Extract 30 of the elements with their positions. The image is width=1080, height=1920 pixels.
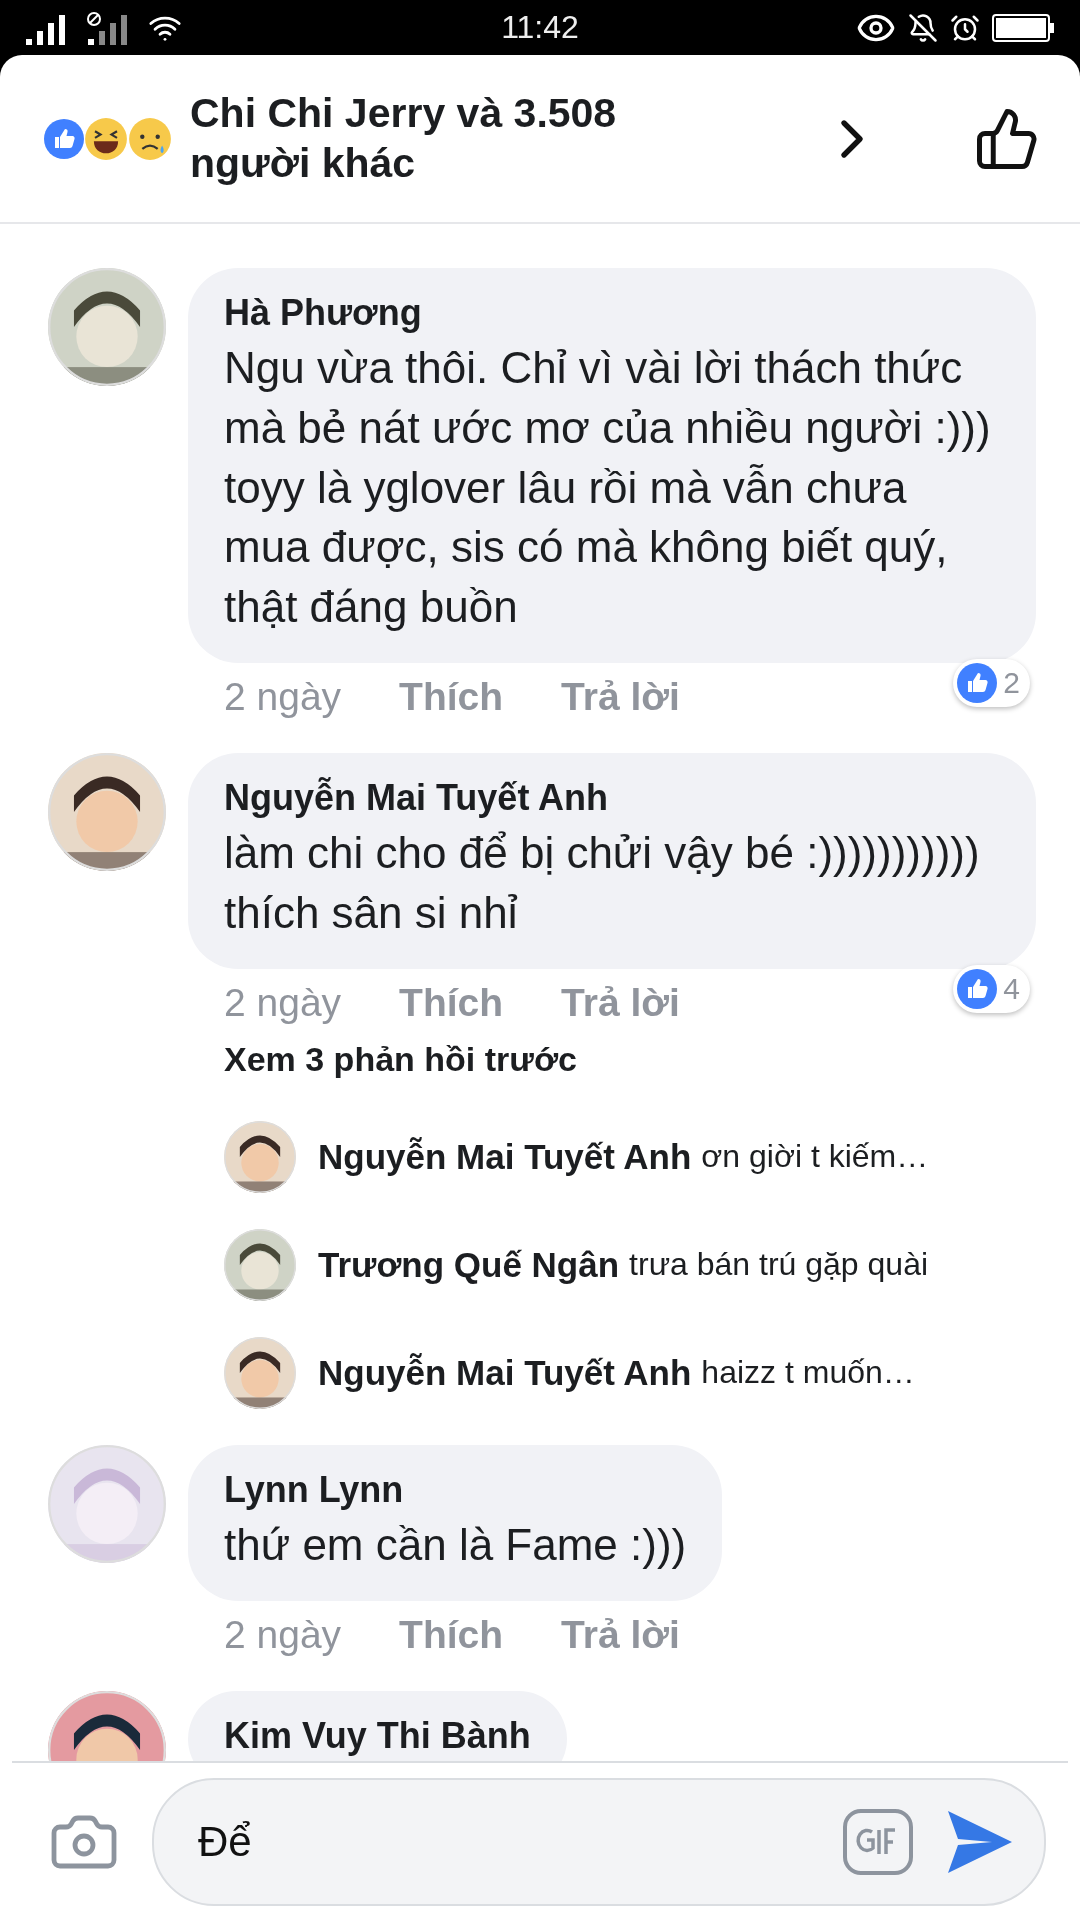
- comment-author[interactable]: Hà Phương: [224, 292, 1000, 334]
- comment-text: làm chi cho để bị chửi vậy bé :))))))))))) thích sân si nhỉ: [224, 827, 981, 939]
- comment-text: Ngu vừa thôi. Chỉ vì vài lời thách thức mà bẻ nát ước mơ của nhiều người :))) toyy là yglover lâu rồi mà vẫn chưa mua được, sis có mà không biết quý, thật đáng buồn: [224, 342, 992, 634]
- reply-text: trưa bán trú gặp quài: [629, 1246, 929, 1284]
- reactions-summary[interactable]: Chi Chi Jerry và 3.508 người khác: [190, 89, 710, 188]
- reply-author[interactable]: Trương Quế Ngân: [318, 1244, 620, 1285]
- comment-author[interactable]: Nguyễn Mai Tuyết Anh: [224, 777, 1000, 820]
- comment-author[interactable]: Kim Vuy Thi Bành: [224, 1714, 531, 1757]
- sad-emoji-icon: [128, 116, 172, 161]
- like-reaction-icon: [957, 663, 998, 704]
- comment-time: 2 ngày: [224, 980, 342, 1025]
- comment-time: 2 ngày: [224, 675, 342, 720]
- like-reaction-icon: [957, 968, 998, 1009]
- bell-off-icon: [908, 12, 938, 43]
- laughing-emoji-icon: [84, 116, 128, 161]
- gif-icon[interactable]: [842, 1807, 914, 1876]
- like-reaction-icon: [44, 118, 84, 159]
- comment-field[interactable]: Để: [152, 1777, 1046, 1906]
- reply-author[interactable]: Nguyễn Mai Tuyết Anh: [318, 1352, 692, 1393]
- reply-author[interactable]: Nguyễn Mai Tuyết Anh: [318, 1136, 692, 1177]
- comment-text: thứ em cần là Fame :))): [224, 1518, 687, 1571]
- comment-input[interactable]: Để: [196, 1816, 812, 1867]
- status-time: 11:42: [501, 9, 579, 46]
- reply-text: haizz t muốn…: [701, 1354, 915, 1392]
- reply-text: ơn giời t kiếm…: [701, 1138, 929, 1176]
- battery-icon: [992, 12, 1056, 43]
- alarm-icon: [950, 12, 980, 43]
- view-previous-replies[interactable]: Xem 3 phản hồi trước: [224, 1039, 1036, 1079]
- comment-author[interactable]: Lynn Lynn: [224, 1468, 687, 1511]
- comment-time: 2 ngày: [224, 1612, 342, 1657]
